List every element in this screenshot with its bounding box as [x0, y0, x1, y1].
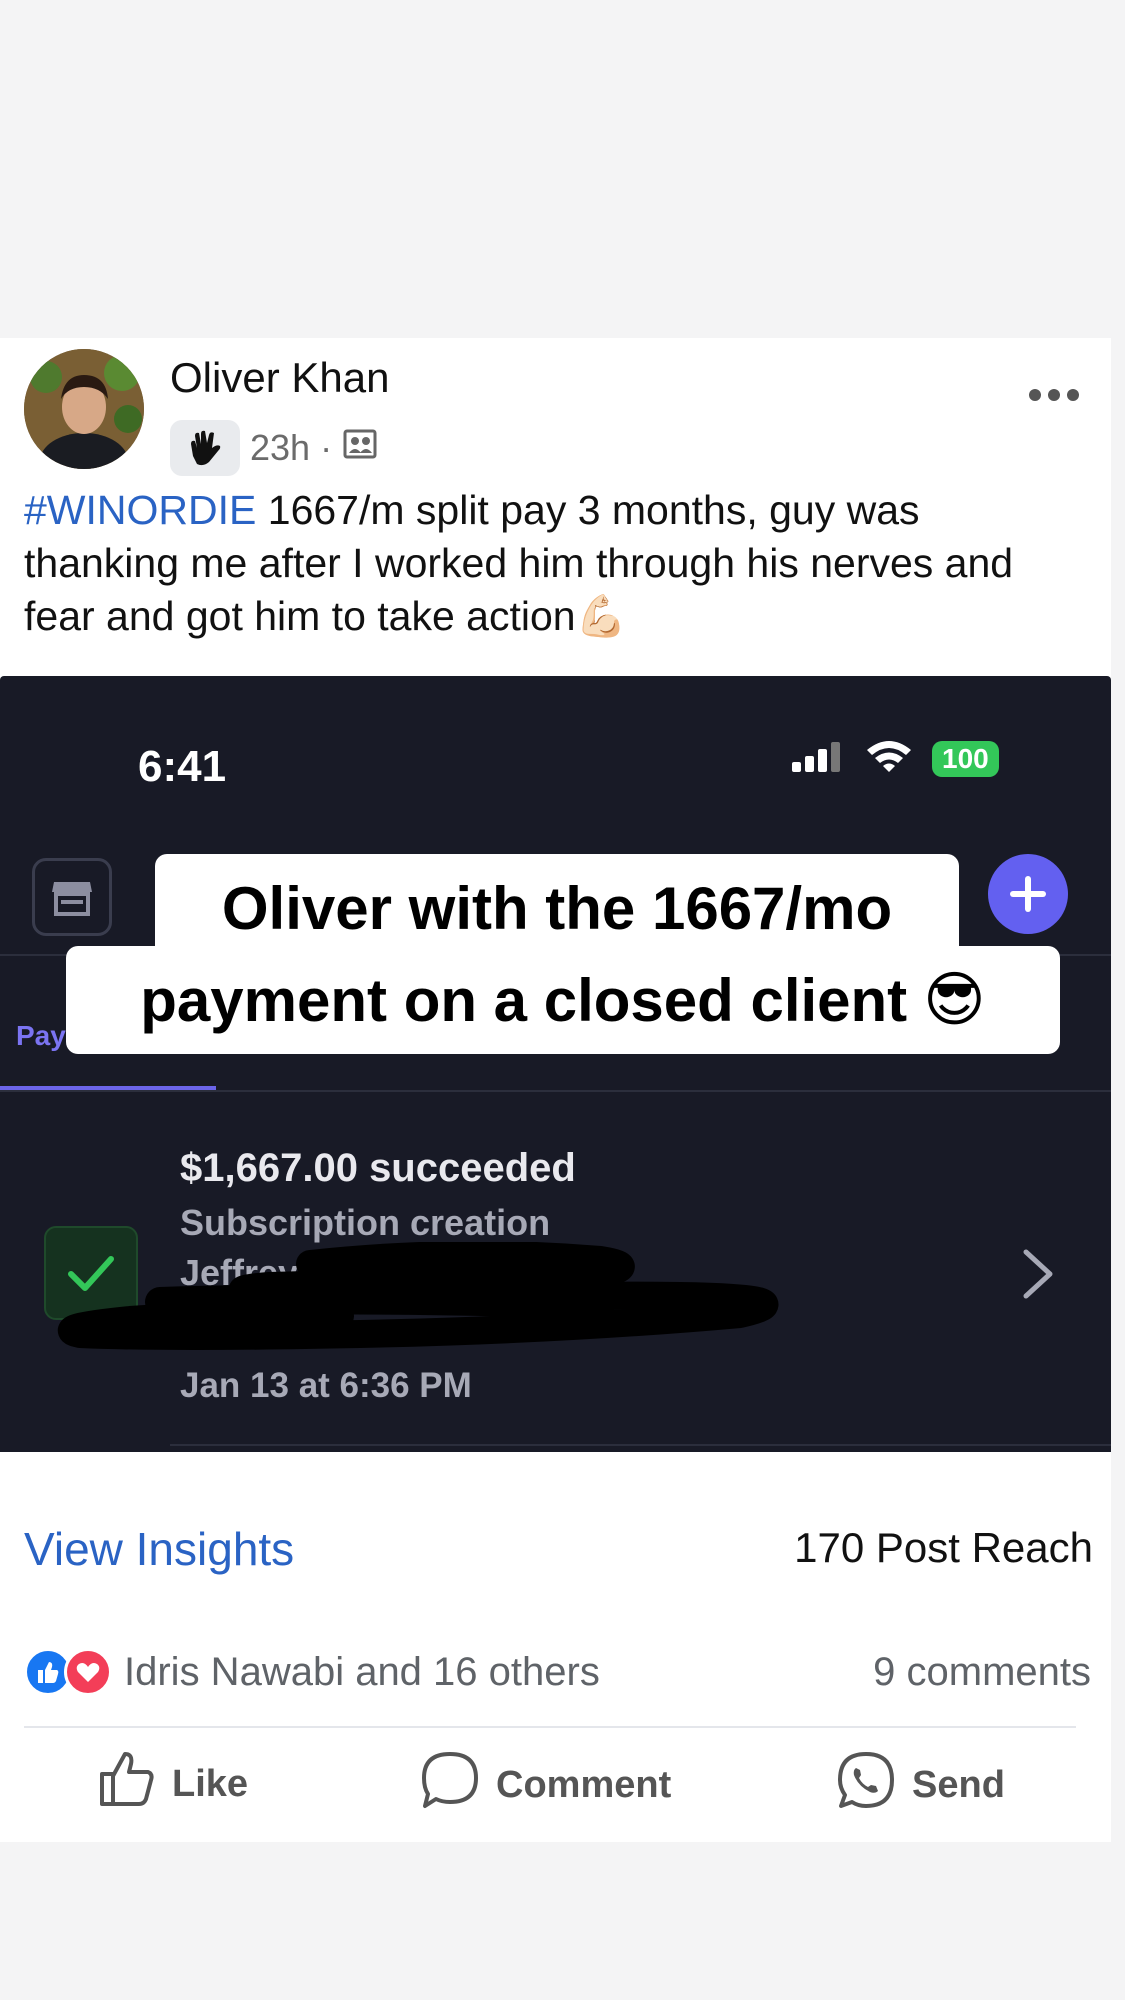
like-label: Like: [172, 1762, 249, 1805]
battery-indicator: 100: [932, 740, 999, 777]
comment-button[interactable]: Comment: [420, 1750, 671, 1820]
signal-icon: [790, 740, 846, 777]
status-time: 6:41: [138, 742, 227, 791]
wave-icon: [170, 420, 240, 476]
facebook-post: Oliver Khan 23h · #WINORDIE 1667/m split…: [0, 338, 1111, 1842]
post-caption: #WINORDIE 1667/m split pay 3 months, guy…: [24, 484, 1084, 643]
post-reach: 170 Post Reach: [794, 1524, 1093, 1571]
tabs-divider: [0, 1090, 1111, 1092]
payment-amount: $1,667.00 succeeded: [180, 1146, 576, 1190]
whatsapp-icon: [836, 1750, 896, 1820]
comment-label: Comment: [496, 1763, 672, 1806]
comments-count[interactable]: 9 comments: [873, 1650, 1091, 1695]
row-divider: [170, 1444, 1111, 1446]
comment-icon: [420, 1750, 480, 1820]
post-meta: 23h ·: [170, 420, 378, 476]
overlay-line2-text: payment on a closed client: [140, 966, 908, 1034]
wifi-icon: [864, 738, 914, 779]
payment-date: Jan 13 at 6:36 PM: [180, 1366, 472, 1405]
post-header: Oliver Khan 23h ·: [0, 338, 1111, 478]
chevron-right-icon: [1020, 1246, 1056, 1307]
like-button[interactable]: Like: [98, 1750, 248, 1818]
send-button[interactable]: Send: [836, 1750, 1005, 1820]
post-time: 23h: [250, 427, 311, 468]
author-name[interactable]: Oliver Khan: [170, 354, 389, 402]
send-label: Send: [912, 1763, 1005, 1806]
actions-divider: [24, 1726, 1076, 1728]
audience-icon: [342, 426, 378, 471]
redaction-scribble: [40, 1240, 830, 1367]
flexed-biceps-emoji: 💪🏻: [575, 593, 627, 639]
love-reaction-icon: [64, 1648, 112, 1696]
view-insights-link[interactable]: View Insights: [24, 1522, 294, 1576]
thumbs-up-icon: [98, 1750, 156, 1818]
status-bar-icons: 100: [790, 738, 999, 779]
attached-screenshot[interactable]: 6:41 100 Pay $1,667.00 succeeded Subscri…: [0, 676, 1111, 1452]
avatar[interactable]: [24, 349, 144, 469]
plus-icon: [988, 854, 1068, 934]
tab-payments: Pay: [16, 1020, 66, 1051]
reactors-text: Idris Nawabi and 16 others: [124, 1649, 600, 1694]
store-icon: [32, 858, 112, 936]
payment-description: Subscription creation: [180, 1202, 551, 1243]
more-options-icon[interactable]: [1027, 368, 1081, 413]
sunglasses-emoji: 😎: [923, 966, 986, 1033]
meta-separator: ·: [320, 427, 333, 468]
post-actions: Like Comment Send: [0, 1750, 1111, 1826]
page: Oliver Khan 23h · #WINORDIE 1667/m split…: [0, 0, 1125, 2000]
reactions-summary[interactable]: Idris Nawabi and 16 others: [24, 1648, 600, 1696]
overlay-caption-line2: payment on a closed client 😎: [66, 946, 1060, 1054]
hashtag-link[interactable]: #WINORDIE: [24, 487, 256, 533]
